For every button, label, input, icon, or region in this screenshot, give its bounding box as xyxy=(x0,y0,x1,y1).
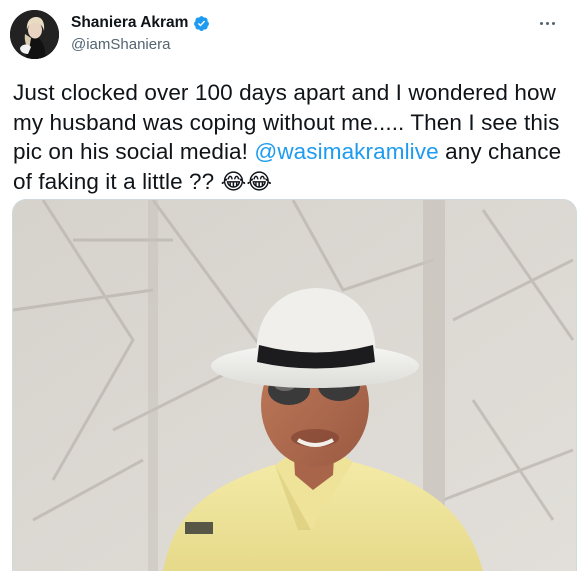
verified-badge-icon xyxy=(193,15,210,32)
author-avatar[interactable] xyxy=(10,10,59,59)
photo-illustration xyxy=(13,200,576,571)
tweet-photo[interactable] xyxy=(12,199,577,571)
tweet-text: Just clocked over 100 days apart and I w… xyxy=(13,78,578,197)
laughing-emoji-icon: 😂😂 xyxy=(220,169,273,195)
tweet-card: Shaniera Akram @iamShaniera Just clocked… xyxy=(0,0,587,571)
author-info: Shaniera Akram @iamShaniera xyxy=(71,13,210,54)
author-handle[interactable]: @iamShaniera xyxy=(71,36,210,54)
author-name[interactable]: Shaniera Akram xyxy=(71,13,188,33)
mention-link[interactable]: @wasimakramlive xyxy=(254,139,438,164)
more-options-icon[interactable] xyxy=(535,13,559,33)
